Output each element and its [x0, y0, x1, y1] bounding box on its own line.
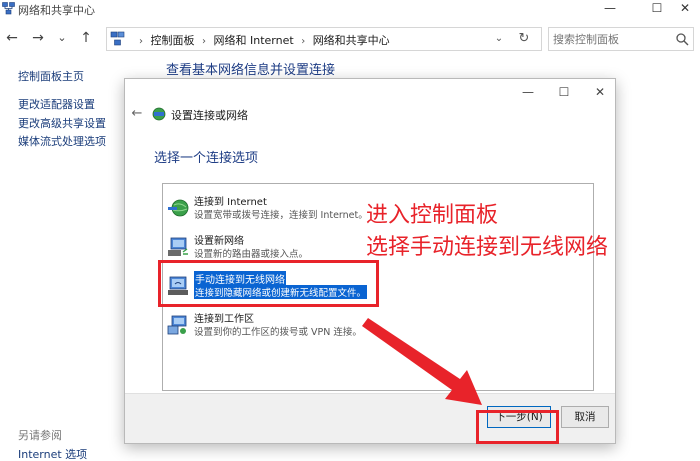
option-connect-workplace[interactable]: 连接到工作区 设置到你的工作区的拨号或 VPN 连接。 [166, 309, 386, 345]
dialog-close-button[interactable]: ✕ [589, 83, 611, 101]
breadcrumb-network-internet[interactable]: 网络和 Internet [214, 34, 294, 47]
media-streaming-link[interactable]: 媒体流式处理选项 [18, 133, 106, 149]
annotation-highlight-option [158, 260, 379, 307]
minimize-button[interactable]: — [600, 0, 620, 16]
control-panel-icon [110, 31, 125, 46]
breadcrumb-control-panel[interactable]: 控制面板 [151, 34, 195, 47]
dialog-back-button[interactable]: ← [129, 106, 145, 122]
internet-options-link[interactable]: Internet 选项 [18, 446, 87, 461]
back-button[interactable]: ← [2, 28, 22, 48]
up-button[interactable]: ↑ [76, 28, 96, 48]
address-bar[interactable]: › 控制面板 › 网络和 Internet › 网络和共享中心 ⌄ ↻ [106, 27, 542, 51]
see-also-heading: 另请参阅 [18, 429, 62, 442]
dialog-maximize-button[interactable]: ☐ [553, 83, 575, 101]
breadcrumb-separator[interactable]: › [202, 36, 206, 47]
annotation-highlight-next [476, 410, 559, 444]
network-wizard-icon [152, 107, 166, 121]
refresh-button[interactable]: ↻ [515, 30, 533, 48]
breadcrumb: › 控制面板 › 网络和 Internet › 网络和共享中心 [135, 32, 390, 48]
title-bar: 网络和共享中心 — ☐ ✕ [0, 0, 700, 18]
option-description: 设置到你的工作区的拨号或 VPN 连接。 [194, 327, 362, 338]
close-button[interactable]: ✕ [675, 0, 695, 16]
recent-locations-button[interactable]: ⌄ [52, 28, 72, 48]
option-title: 连接到 Internet [194, 197, 267, 208]
option-description: 设置新的路由器或接入点。 [194, 249, 309, 260]
search-input[interactable] [553, 29, 673, 49]
workplace-vpn-icon [167, 315, 187, 335]
dialog-minimize-button[interactable]: — [517, 83, 539, 101]
window-title: 网络和共享中心 [18, 4, 95, 17]
chevron-down-icon[interactable]: ⌄ [491, 31, 507, 47]
dialog-heading: 选择一个连接选项 [154, 151, 259, 166]
globe-network-icon [168, 199, 189, 217]
page-title: 查看基本网络信息并设置连接 [166, 63, 336, 78]
option-title: 连接到工作区 [194, 314, 254, 325]
search-box[interactable] [548, 27, 694, 51]
breadcrumb-separator[interactable]: › [301, 36, 305, 47]
annotation-text-line1: 进入控制面板 [366, 203, 499, 228]
breadcrumb-separator: › [139, 36, 143, 47]
dialog-title: 设置连接或网络 [171, 109, 248, 122]
router-setup-icon [168, 237, 188, 256]
change-adapter-settings-link[interactable]: 更改适配器设置 [18, 96, 95, 112]
option-title: 设置新网络 [194, 236, 244, 247]
search-icon [676, 33, 689, 46]
forward-button[interactable]: → [28, 28, 48, 48]
option-connect-internet[interactable]: 连接到 Internet 设置宽带或拨号连接，连接到 Internet。 [166, 192, 386, 228]
control-panel-home-link[interactable]: 控制面板主页 [18, 68, 84, 84]
option-description: 设置宽带或拨号连接，连接到 Internet。 [194, 210, 368, 221]
breadcrumb-network-sharing-center[interactable]: 网络和共享中心 [313, 34, 390, 47]
annotation-text-line2: 选择手动连接到无线网络 [366, 235, 609, 260]
network-center-icon [2, 2, 15, 15]
cancel-button[interactable]: 取消 [561, 406, 609, 428]
maximize-button[interactable]: ☐ [647, 0, 667, 16]
navigation-bar: ← → ⌄ ↑ › 控制面板 › 网络和 Internet › 网络和共享中心 … [0, 20, 700, 56]
change-advanced-sharing-link[interactable]: 更改高级共享设置 [18, 115, 106, 131]
